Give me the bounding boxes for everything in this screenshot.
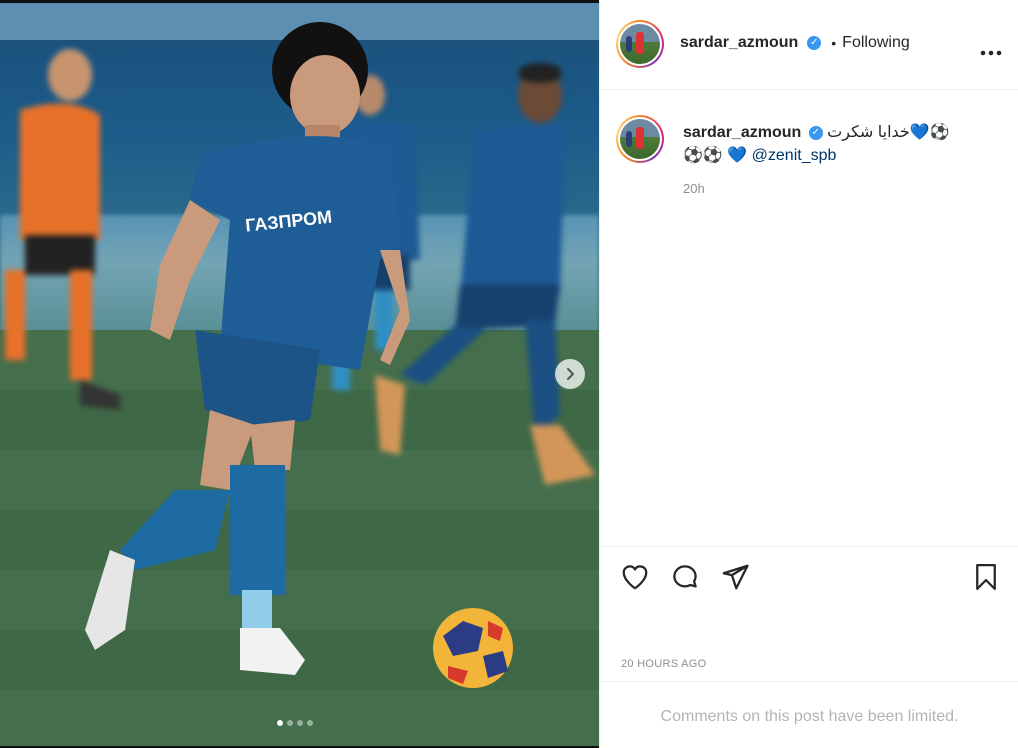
caption-time[interactable]: 20h (683, 181, 705, 196)
comment-icon (673, 565, 697, 588)
verified-badge-icon: ✓ (808, 125, 823, 140)
bookmark-icon (976, 564, 996, 590)
share-icon (722, 564, 749, 590)
carousel-dot-2 (287, 720, 293, 726)
share-button[interactable] (720, 562, 750, 592)
post-details-panel: sardar_azmoun ✓ • Following sardar_azmou… (599, 0, 1018, 748)
post-container: ГАЗПРОМ sardar_azmoun ✓ • Following sard… (0, 0, 1018, 748)
more-horizontal-icon (980, 50, 1002, 56)
main-player: ГАЗПРОМ (85, 22, 410, 675)
carousel-indicator (277, 720, 313, 726)
soccer-ball (433, 608, 513, 688)
caption-line-1: خدایا شکرت💙⚽ (827, 124, 950, 141)
media-top-border (0, 0, 599, 3)
post-header: sardar_azmoun ✓ • Following (600, 0, 1018, 90)
carousel-dot-4 (307, 720, 313, 726)
chevron-right-icon (567, 368, 574, 380)
caption-text: sardar_azmoun ✓ خدایا شکرت💙⚽ ⚽⚽ 💙 @zenit… (683, 121, 1003, 167)
carousel-next-button[interactable] (555, 359, 585, 389)
more-options-button[interactable] (979, 38, 1003, 64)
header-user: sardar_azmoun ✓ • Following (680, 34, 910, 52)
comments-limited-notice: Comments on this post have been limited. (660, 708, 959, 725)
mention-link[interactable]: @zenit_spb (752, 147, 837, 164)
carousel-dot-3 (297, 720, 303, 726)
action-bar (600, 546, 1018, 606)
caption-avatar[interactable] (616, 115, 664, 163)
heart-icon (622, 565, 648, 590)
verified-badge-icon: ✓ (807, 36, 822, 50)
post-timestamp[interactable]: 20 HOURS AGO (621, 658, 707, 670)
separator-dot: • (831, 35, 837, 51)
caption-line-2: ⚽⚽ 💙 (683, 147, 752, 164)
like-button[interactable] (620, 562, 650, 592)
comment-area: Comments on this post have been limited. (600, 681, 1018, 748)
comment-button[interactable] (670, 562, 700, 592)
carousel-dot-1 (277, 720, 283, 726)
save-button[interactable] (971, 562, 1001, 592)
caption-username[interactable]: sardar_azmoun (683, 124, 801, 141)
avatar[interactable] (616, 20, 664, 68)
following-button[interactable]: Following (842, 34, 910, 52)
username-link[interactable]: sardar_azmoun (680, 34, 798, 52)
post-media[interactable]: ГАЗПРОМ (0, 0, 599, 748)
